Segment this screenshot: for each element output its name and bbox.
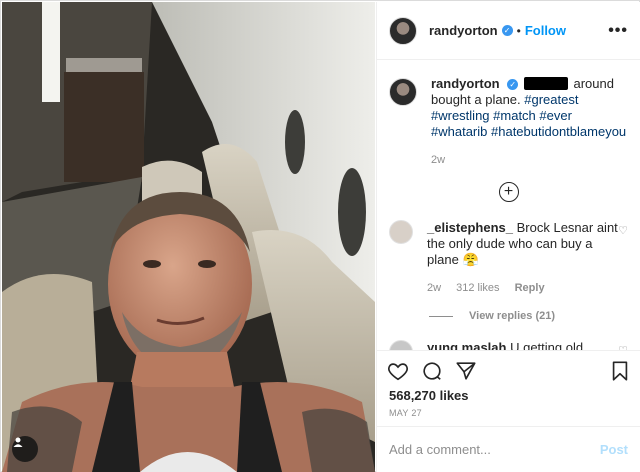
comment-meta: 2w 312 likes Reply: [427, 280, 618, 296]
view-replies-label: View replies (21): [469, 310, 556, 322]
caption-username[interactable]: randyorton: [431, 76, 500, 91]
hashtag[interactable]: #greatest: [524, 92, 578, 107]
commenter-avatar[interactable]: [389, 220, 413, 244]
likes-count[interactable]: 568,270 likes: [389, 388, 469, 403]
caption-avatar[interactable]: [389, 78, 417, 106]
commenter-avatar[interactable]: [389, 340, 413, 350]
post-actions-bar: [377, 350, 640, 390]
view-replies-button[interactable]: View replies (21): [429, 310, 640, 322]
author-username[interactable]: randyorton: [429, 23, 498, 38]
hashtag[interactable]: #whatarib: [431, 124, 487, 139]
follow-button[interactable]: Follow: [525, 23, 566, 38]
comment-icon[interactable]: [421, 360, 443, 382]
comments-list[interactable]: randyorton ✓ around bought a plane. #gre…: [377, 61, 640, 350]
comment-emoji: 😤: [462, 252, 479, 267]
caption-meta: 2w: [431, 152, 628, 168]
hashtag[interactable]: #ever: [539, 108, 572, 123]
hashtag[interactable]: #hatebutidontblameyou: [491, 124, 626, 139]
comment-username[interactable]: yung.maslah: [427, 340, 506, 350]
verified-badge-icon: ✓: [507, 79, 519, 91]
comment-age: 2w: [427, 282, 442, 294]
comment-username[interactable]: _elistephens_: [427, 220, 513, 235]
post-comment-button[interactable]: Post: [600, 442, 628, 457]
author-avatar[interactable]: [389, 16, 417, 45]
reply-button[interactable]: Reply: [515, 282, 545, 294]
more-options-icon[interactable]: •••: [608, 22, 628, 40]
comment-item: yung.maslah U getting old randy 🤫 ♡: [377, 340, 640, 350]
user-tag-icon[interactable]: [12, 436, 38, 462]
caption: randyorton ✓ around bought a plane. #gre…: [377, 76, 640, 168]
comment-likes[interactable]: 312 likes: [456, 282, 499, 294]
load-more-comments-button[interactable]: +: [498, 182, 519, 202]
post-side-panel: randyorton ✓ • Follow ••• randyorton ✓ a…: [376, 2, 640, 472]
hashtag[interactable]: #match: [493, 108, 536, 123]
redacted-text: [523, 77, 568, 90]
bookmark-icon[interactable]: [610, 360, 630, 382]
verified-badge-icon: ✓: [501, 25, 513, 36]
heart-icon[interactable]: [387, 360, 409, 382]
post-photo[interactable]: [2, 2, 375, 472]
caption-age: 2w: [431, 154, 446, 166]
instagram-post-window: randyorton ✓ • Follow ••• randyorton ✓ a…: [0, 0, 640, 472]
like-comment-icon[interactable]: ♡: [618, 224, 628, 296]
separator-dot: •: [516, 23, 521, 38]
divider-line: [429, 315, 453, 317]
post-date: MAY 27: [389, 408, 422, 418]
hashtag[interactable]: #wrestling: [431, 108, 490, 123]
post-header: randyorton ✓ • Follow •••: [377, 2, 640, 60]
comment-input[interactable]: [389, 442, 600, 457]
selfie-in-jet-image: [2, 2, 375, 472]
share-icon[interactable]: [455, 360, 477, 382]
comment-item: _elistephens_ Brock Lesnar aint the only…: [377, 220, 640, 296]
add-comment-bar: Post: [377, 426, 640, 472]
